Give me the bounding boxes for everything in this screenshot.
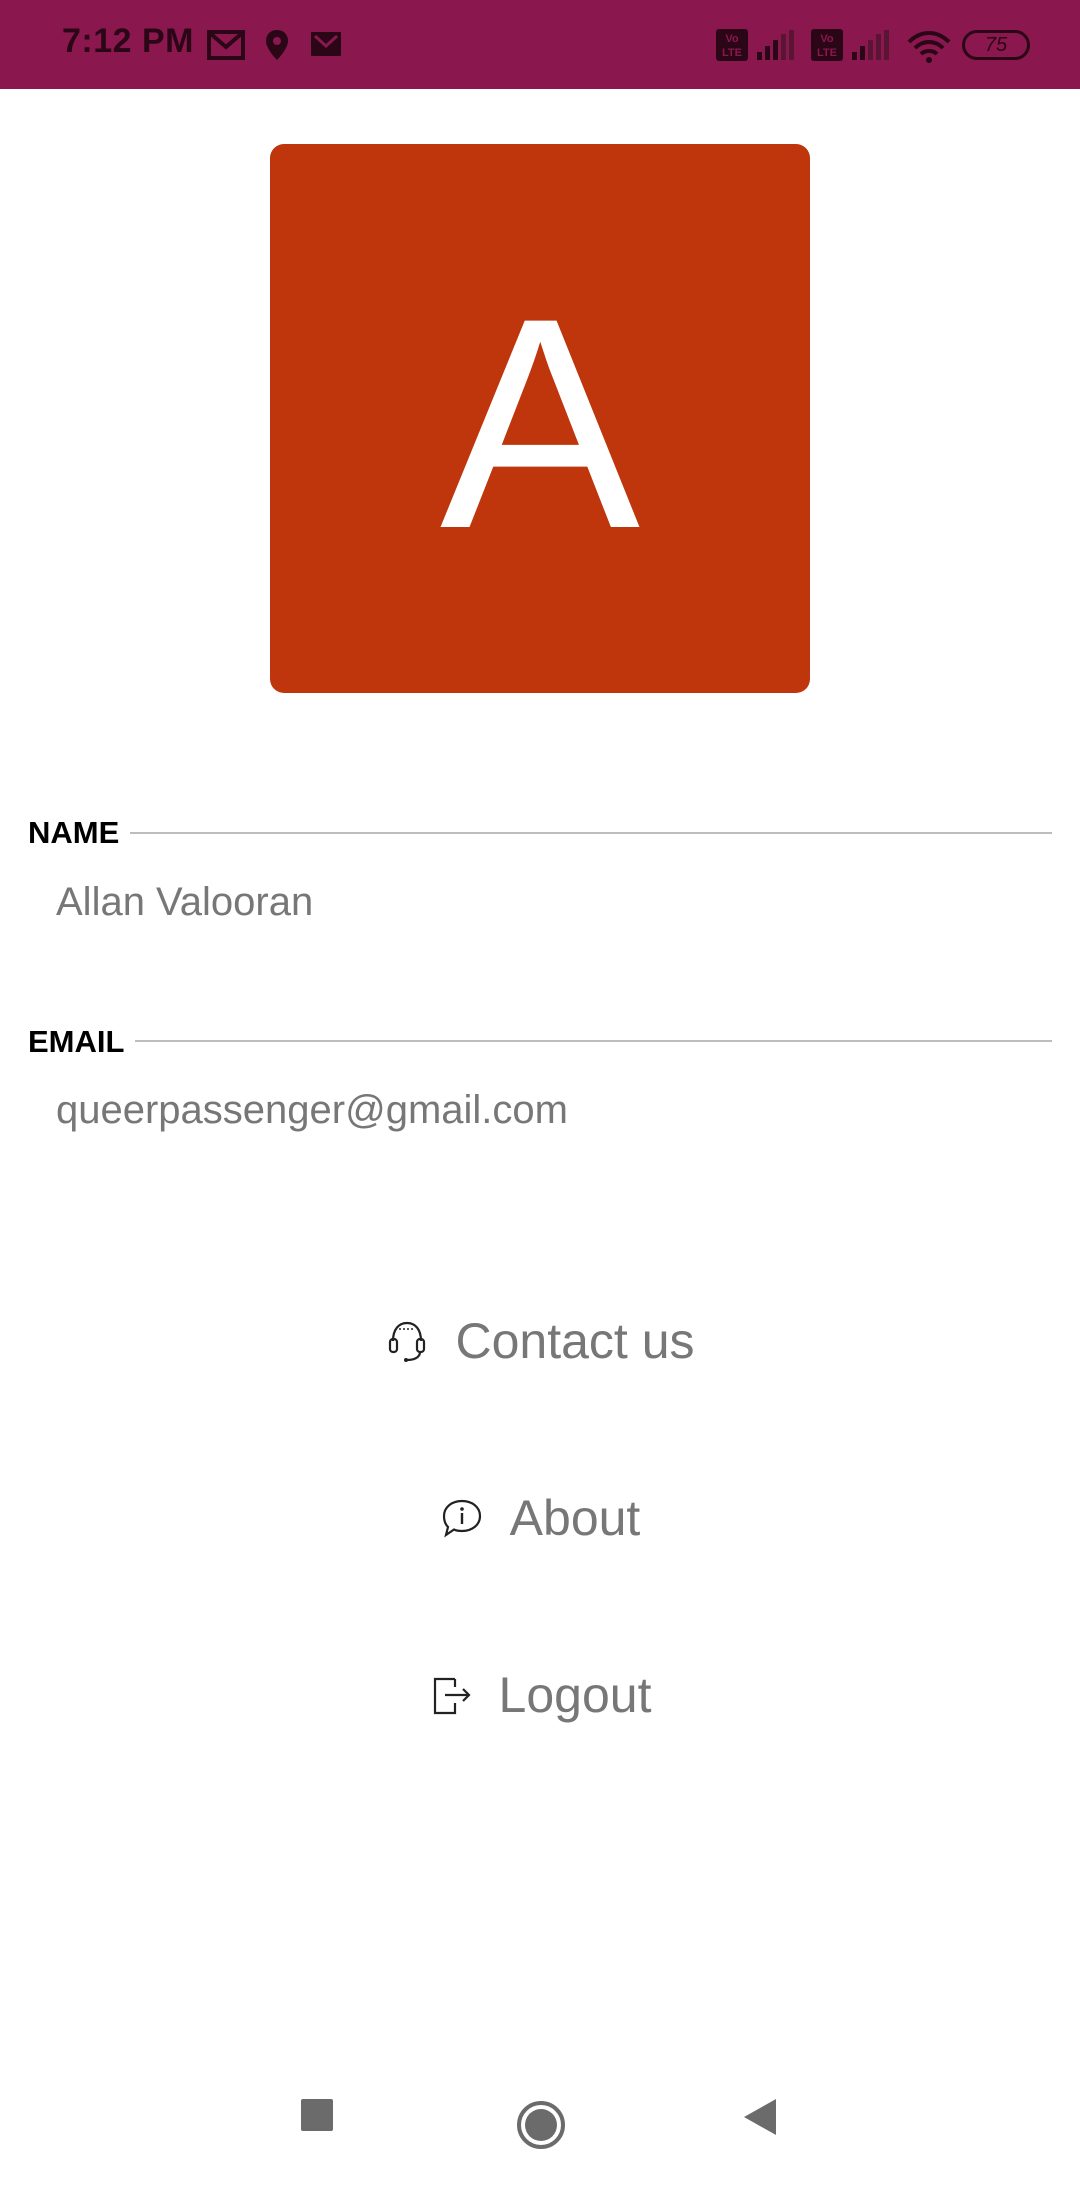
back-icon[interactable] (742, 2098, 778, 2141)
name-divider (130, 832, 1052, 834)
contact-us-label: Contact us (455, 1313, 695, 1369)
avatar-initial: A (440, 255, 642, 591)
home-icon[interactable] (516, 2100, 566, 2155)
svg-text:LTE: LTE (722, 47, 742, 59)
info-bubble-icon (440, 1496, 484, 1540)
headset-icon (385, 1319, 429, 1363)
logout-icon (429, 1673, 473, 1717)
svg-text:LTE: LTE (817, 47, 837, 59)
name-value: Allan Valooran (56, 880, 314, 924)
about-button[interactable]: About (0, 1463, 1080, 1573)
email-label: EMAIL (28, 1024, 131, 1060)
about-label: About (509, 1490, 641, 1546)
status-time: 7:12 PM (62, 22, 194, 60)
volte-icon: Vo LTE (810, 28, 844, 67)
volte-icon: Vo LTE (715, 28, 749, 67)
signal-icon (850, 30, 890, 67)
logout-button[interactable]: Logout (0, 1640, 1080, 1750)
name-label: NAME (28, 815, 126, 851)
gmail-icon (207, 30, 245, 65)
svg-text:Vo: Vo (820, 33, 834, 45)
battery-icon: 75 (962, 30, 1030, 60)
status-bar: 7:12 PM Vo LTE Vo LTE 75 (0, 0, 1080, 89)
contact-us-button[interactable]: Contact us (0, 1286, 1080, 1396)
email-value: queerpassenger@gmail.com (56, 1088, 568, 1132)
location-icon (264, 28, 290, 67)
gmail-icon (310, 30, 342, 63)
logout-label: Logout (498, 1667, 652, 1723)
profile-avatar: A (270, 144, 810, 693)
email-divider (135, 1040, 1052, 1042)
svg-text:Vo: Vo (725, 33, 739, 45)
signal-icon (755, 30, 795, 67)
recents-icon[interactable] (300, 2098, 334, 2137)
wifi-icon (906, 30, 952, 69)
